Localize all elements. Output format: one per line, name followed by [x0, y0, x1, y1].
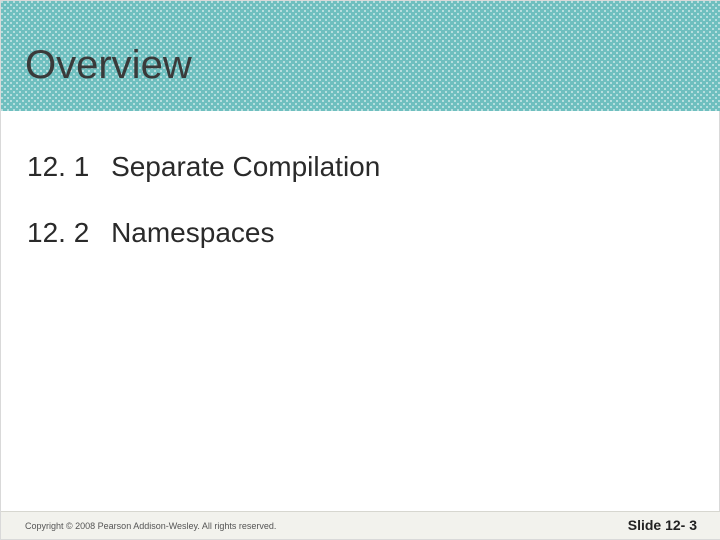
- item-number: 12. 2: [27, 217, 89, 249]
- item-text: Namespaces: [111, 217, 274, 249]
- slide-title: Overview: [25, 43, 192, 88]
- content-list: 12. 1 Separate Compilation 12. 2 Namespa…: [27, 151, 687, 283]
- slide-number: Slide 12- 3: [628, 517, 697, 533]
- footer-bar: Copyright © 2008 Pearson Addison-Wesley.…: [1, 511, 720, 539]
- item-number: 12. 1: [27, 151, 89, 183]
- title-band: Overview: [1, 1, 720, 111]
- list-item: 12. 1 Separate Compilation: [27, 151, 687, 183]
- slide: Overview 12. 1 Separate Compilation 12. …: [0, 0, 720, 540]
- copyright-text: Copyright © 2008 Pearson Addison-Wesley.…: [25, 521, 276, 531]
- item-text: Separate Compilation: [111, 151, 380, 183]
- list-item: 12. 2 Namespaces: [27, 217, 687, 249]
